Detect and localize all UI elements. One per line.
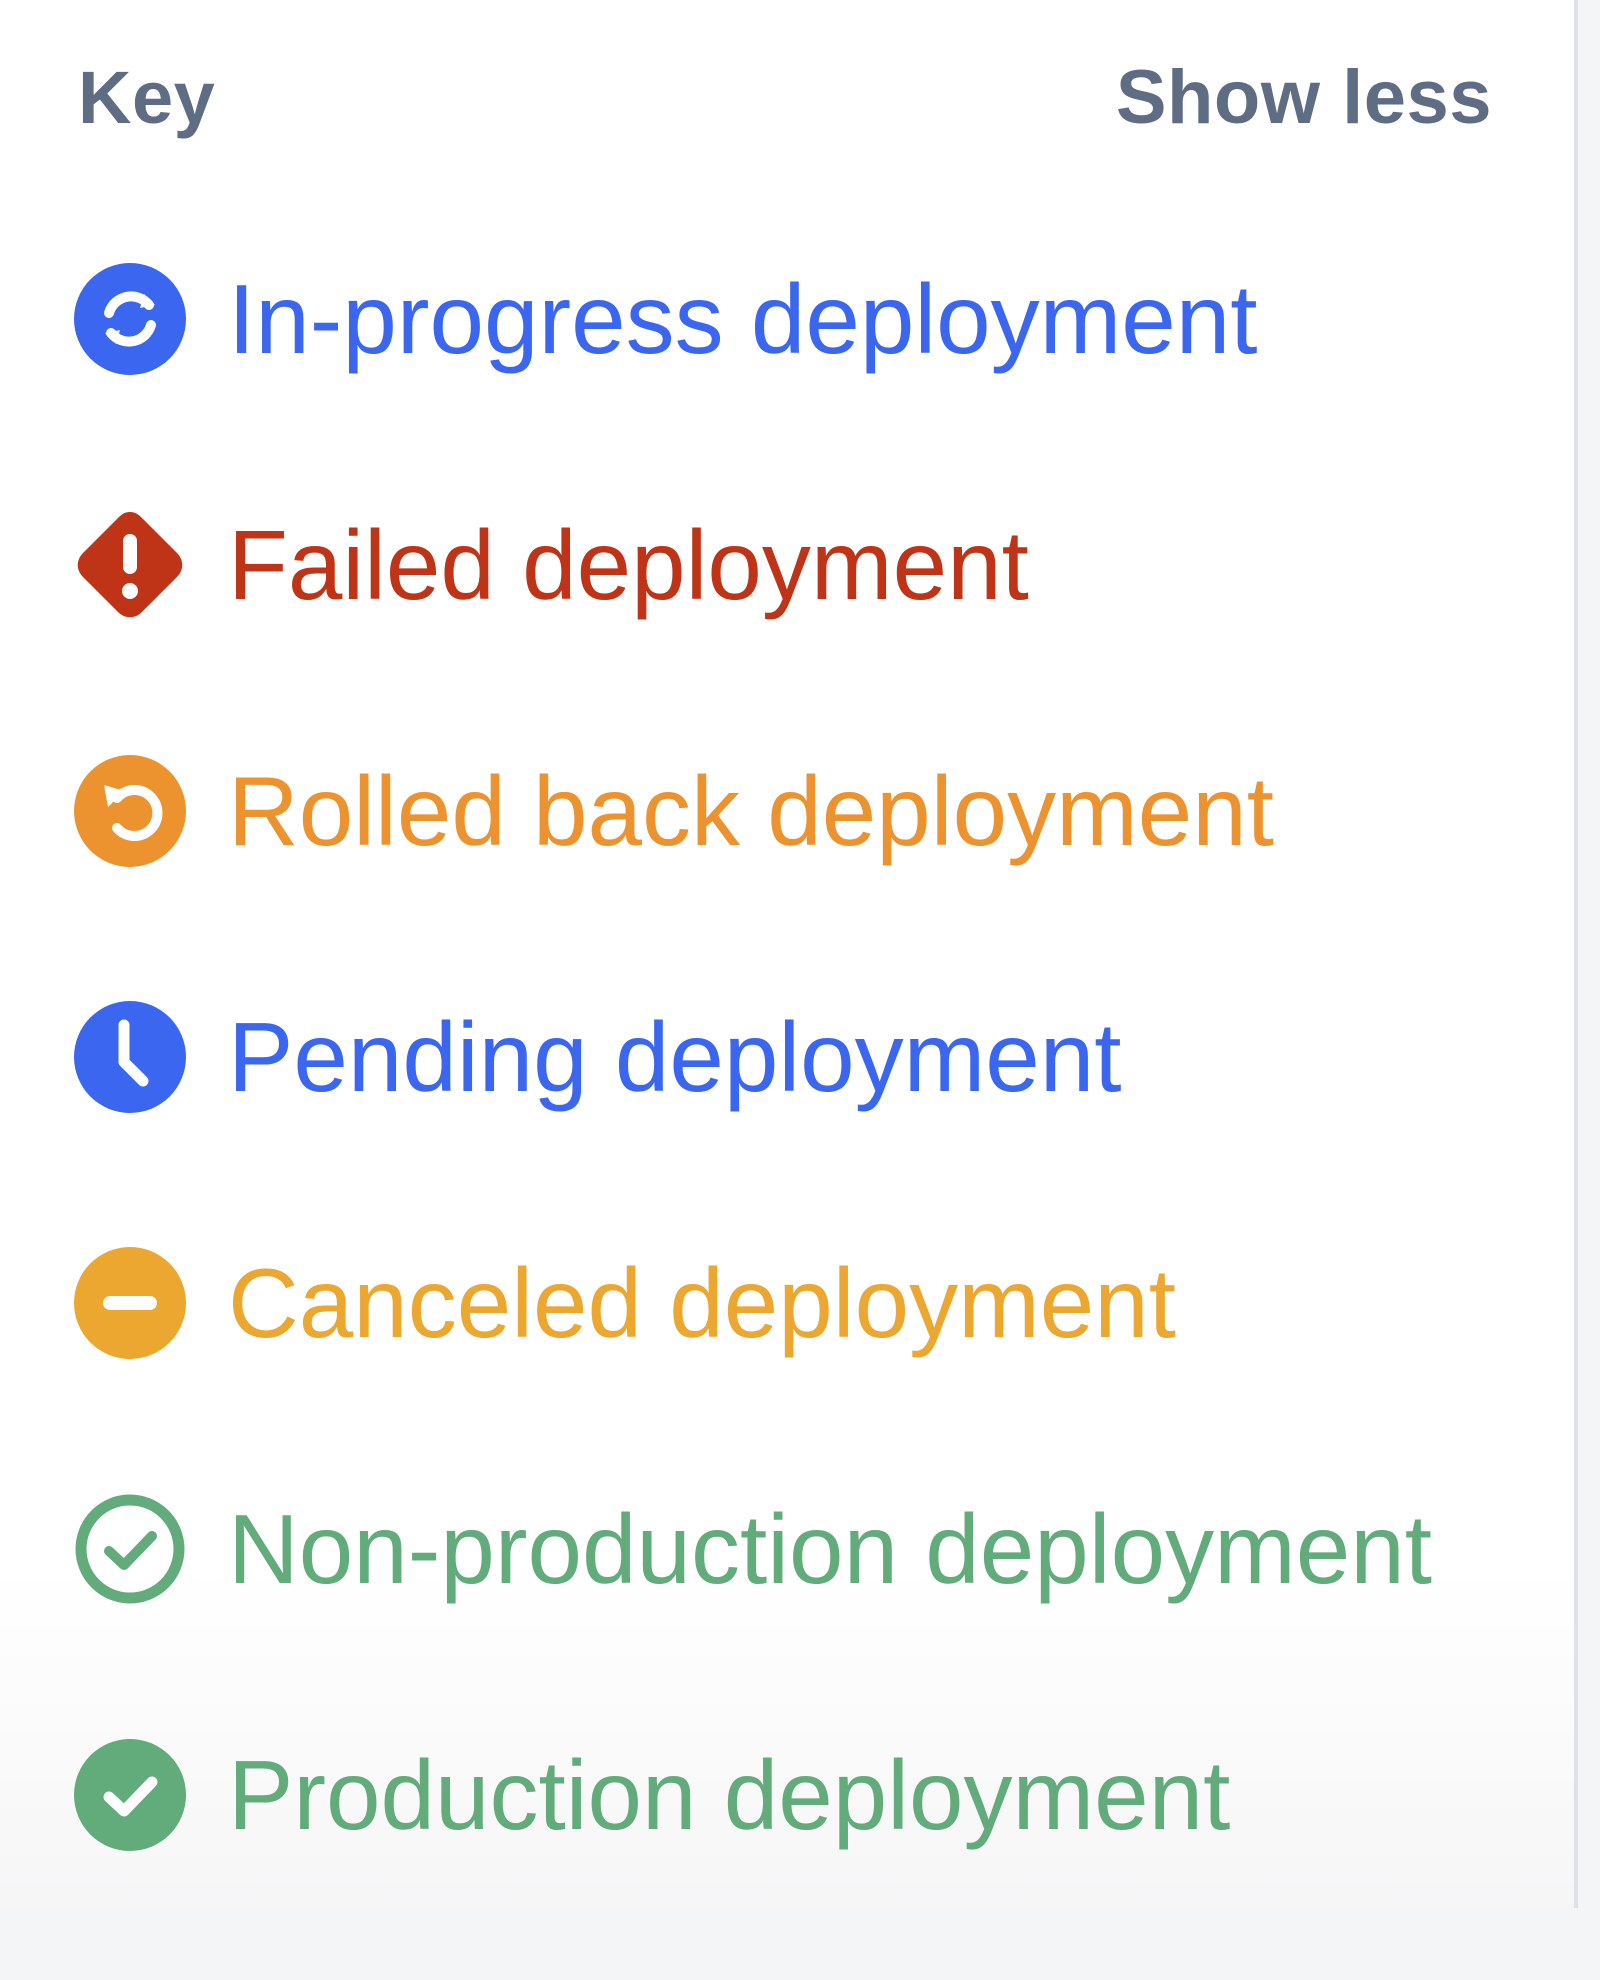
- legend-item-non-production: Non-production deployment: [74, 1488, 1432, 1734]
- key-header: Key Show less: [78, 52, 1492, 142]
- canceled-icon: [74, 1247, 186, 1359]
- legend-item-rolled-back: Rolled back deployment: [74, 750, 1432, 996]
- production-icon: [74, 1739, 186, 1851]
- legend-item-failed: Failed deployment: [74, 504, 1432, 750]
- legend-item-in-progress: In-progress deployment: [74, 258, 1432, 504]
- legend-item-pending: Pending deployment: [74, 996, 1432, 1242]
- legend-label: Pending deployment: [228, 1002, 1122, 1112]
- non-production-icon: [74, 1493, 186, 1605]
- legend-label: In-progress deployment: [228, 264, 1258, 374]
- legend-item-canceled: Canceled deployment: [74, 1242, 1432, 1488]
- legend-label: Canceled deployment: [228, 1248, 1176, 1358]
- failed-icon: [74, 509, 186, 621]
- deployment-key-panel: Key Show less In-progress deployment Fai…: [0, 0, 1578, 1908]
- rolled-back-icon: [74, 755, 186, 867]
- show-less-link[interactable]: Show less: [1116, 54, 1492, 141]
- legend-list: In-progress deployment Failed deployment: [74, 258, 1432, 1980]
- in-progress-icon: [74, 263, 186, 375]
- legend-label: Rolled back deployment: [228, 756, 1274, 866]
- legend-label: Production deployment: [228, 1740, 1231, 1850]
- pending-icon: [74, 1001, 186, 1113]
- legend-item-production: Production deployment: [74, 1734, 1432, 1980]
- legend-label: Failed deployment: [228, 510, 1029, 620]
- key-title: Key: [78, 55, 216, 139]
- legend-label: Non-production deployment: [228, 1494, 1432, 1604]
